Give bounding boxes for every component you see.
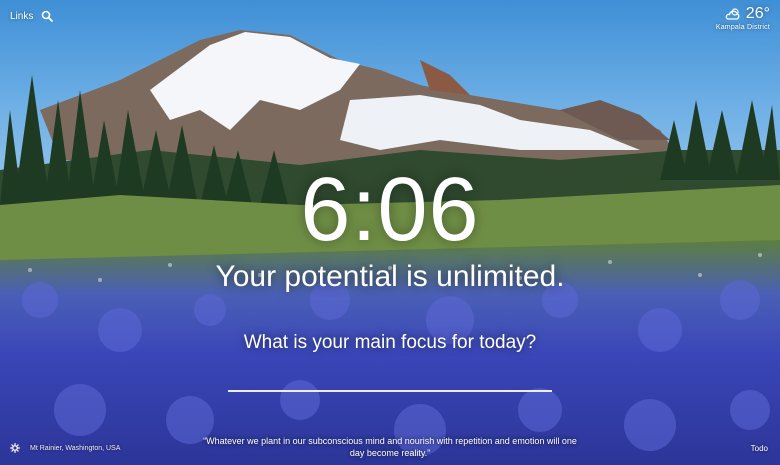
weather-widget[interactable]: 26° Kampala District xyxy=(715,6,770,32)
links-button[interactable]: Links xyxy=(10,11,33,22)
quote: “Whatever we plant in our subconscious m… xyxy=(203,436,577,458)
cloud-sun-icon xyxy=(725,8,740,20)
clock: 6:06 xyxy=(300,160,480,260)
weather-row: 26° xyxy=(716,6,770,22)
mantra: Your potential is unlimited. xyxy=(215,260,565,293)
focus-question: What is your main focus for today? xyxy=(243,332,537,353)
weather-location: Kampala District xyxy=(715,24,770,31)
temperature: 26° xyxy=(745,5,770,22)
top-bar: Links 26° Kampala District xyxy=(0,0,780,32)
links-menu: Links xyxy=(10,10,54,22)
center-content: 6:06 Your potential is unlimited. What i… xyxy=(0,160,780,392)
todo-button[interactable]: Todo xyxy=(751,444,768,453)
search-icon[interactable] xyxy=(41,10,54,22)
focus-input[interactable] xyxy=(228,366,552,392)
